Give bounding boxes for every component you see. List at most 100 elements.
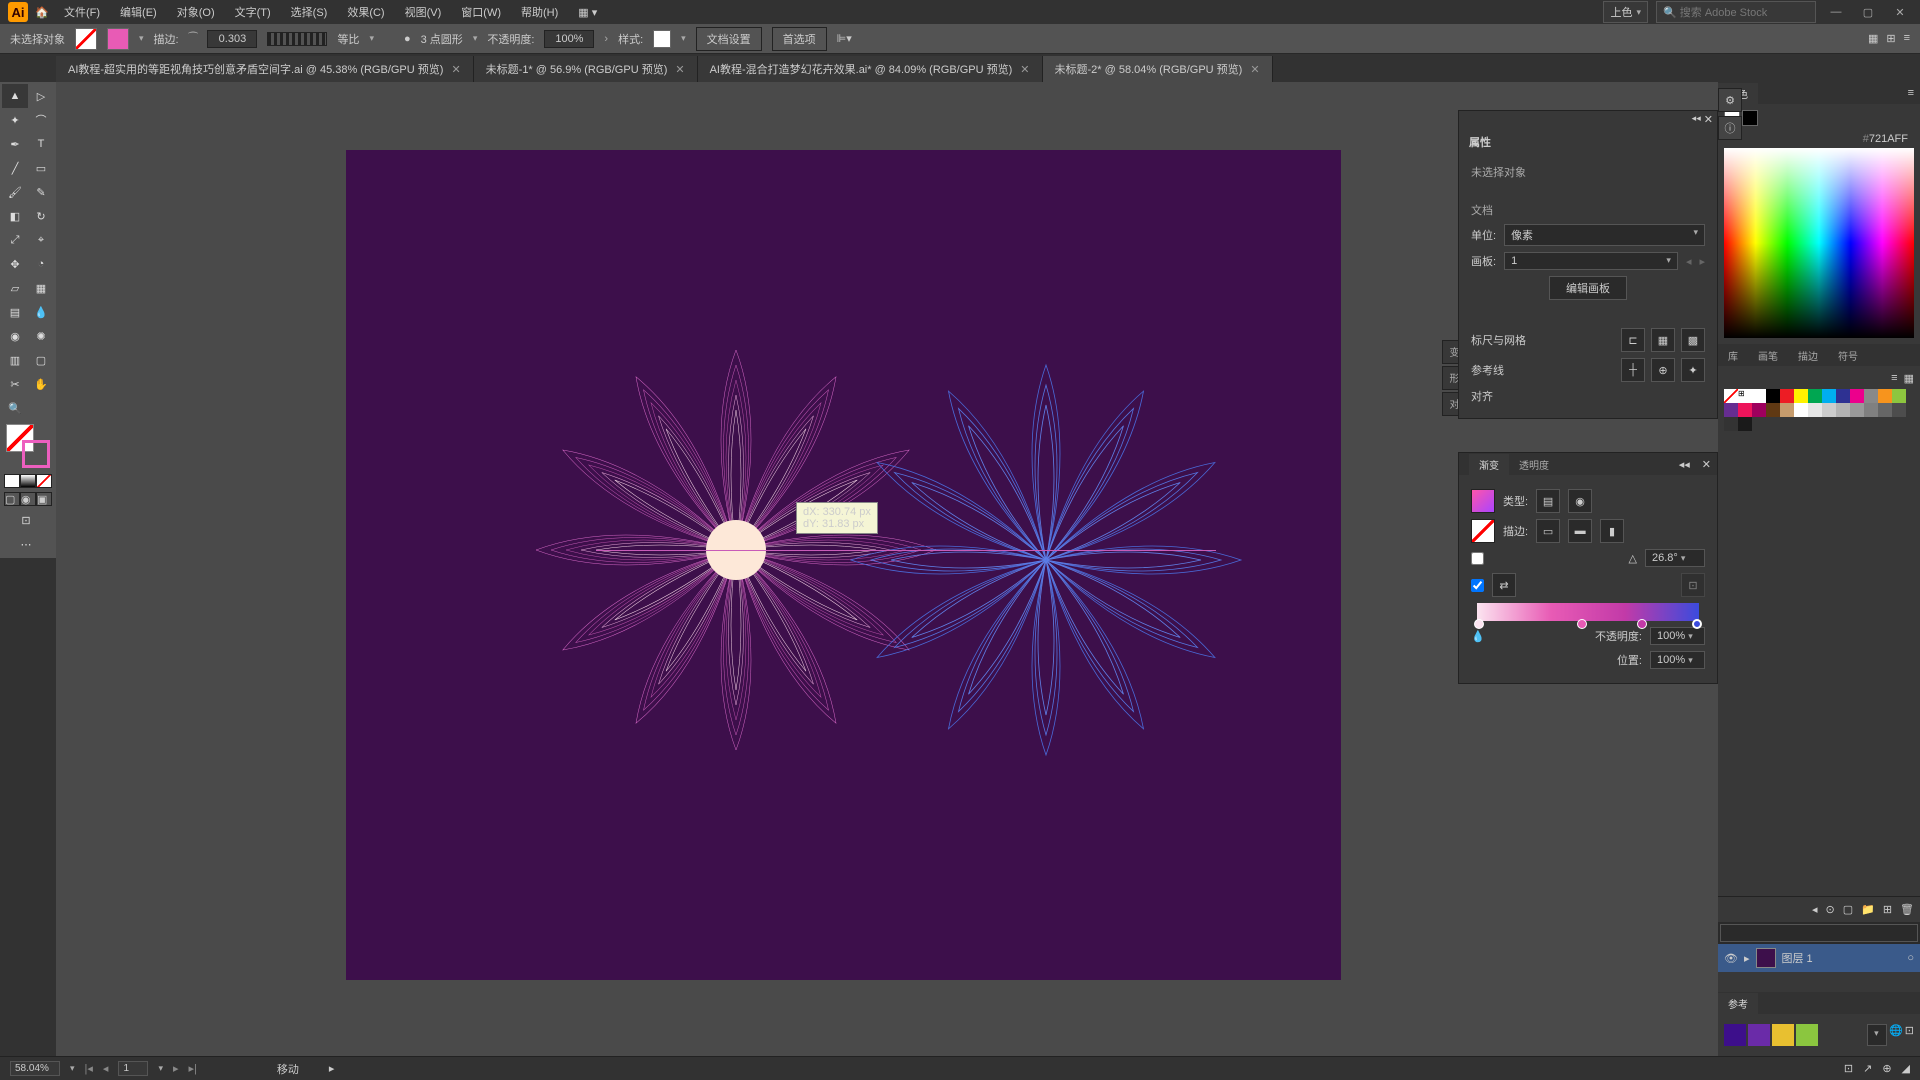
color-spectrum[interactable]	[1724, 148, 1914, 338]
swatch[interactable]	[1864, 403, 1878, 417]
grid-icon[interactable]: ▦	[1868, 32, 1878, 45]
swatch[interactable]	[1766, 403, 1780, 417]
prefs-button[interactable]: 首选项	[772, 27, 827, 51]
free-transform-tool[interactable]: ✥	[2, 252, 28, 276]
color-mode-gradient[interactable]	[20, 474, 36, 488]
stroke-in-icon[interactable]: ▭	[1536, 519, 1560, 543]
more-tools[interactable]: ⋯	[2, 532, 50, 556]
tab-close-icon[interactable]: ✕	[451, 63, 460, 76]
tab-close-icon[interactable]: ✕	[1020, 63, 1029, 76]
rotate-tool[interactable]: ↻	[28, 204, 54, 228]
shape-builder-tool[interactable]: ◔	[28, 252, 54, 276]
swatch[interactable]	[1822, 389, 1836, 403]
reverse-gradient-icon[interactable]: ⇄	[1492, 573, 1516, 597]
next-artboard-icon[interactable]: ▸	[173, 1062, 179, 1075]
layer-row[interactable]: 👁 ▸ 图层 1 ○	[1718, 944, 1920, 972]
menu-window[interactable]: 窗口(W)	[453, 1, 509, 23]
eyedropper-icon[interactable]: 💧	[1471, 630, 1485, 643]
target-icon[interactable]: ○	[1907, 952, 1914, 964]
ruler-icon[interactable]: ⊏	[1621, 328, 1645, 352]
menu-file[interactable]: 文件(F)	[56, 1, 108, 23]
swatch[interactable]	[1752, 389, 1766, 403]
panel-collapse-icon[interactable]: ◂◂	[1692, 113, 1701, 126]
last-artboard-icon[interactable]: ▸|	[189, 1062, 197, 1075]
swatch[interactable]	[1822, 403, 1836, 417]
stroke-dash-preview[interactable]	[267, 32, 327, 46]
swatch[interactable]	[1724, 389, 1738, 403]
layer-name[interactable]: 图层 1	[1782, 950, 1813, 966]
slice-tool[interactable]: ✂	[2, 372, 28, 396]
stroke-across-icon[interactable]: ▮	[1600, 519, 1624, 543]
swatch[interactable]	[1738, 417, 1752, 431]
new-sublayer-icon[interactable]: 📁	[1861, 903, 1875, 916]
gradient-preview[interactable]	[1471, 489, 1495, 513]
screen-mode-present[interactable]: ▣	[36, 492, 52, 506]
status-disclosure-icon[interactable]: ▸	[329, 1062, 335, 1075]
gradient-position-input[interactable]: 100% ▾	[1650, 651, 1705, 669]
fill-stroke-proxy[interactable]	[6, 424, 50, 468]
eyedropper-tool[interactable]: 💧	[28, 300, 54, 324]
zoom-tool[interactable]: 🔍	[2, 396, 28, 420]
symbols-tab[interactable]: 符号	[1828, 345, 1868, 366]
export-icon[interactable]: ↗	[1863, 1062, 1872, 1075]
artboard-nav-input[interactable]	[118, 1061, 148, 1076]
gradient-tab[interactable]: 渐变	[1469, 454, 1509, 475]
screen-mode-normal[interactable]: ▢	[4, 492, 20, 506]
swatch[interactable]: ⊞	[1738, 389, 1752, 403]
doc-tab-2[interactable]: AI教程-混合打造梦幻花卉效果.ai* @ 84.09% (RGB/GPU 预览…	[698, 56, 1043, 82]
magic-wand-tool[interactable]: ✦	[2, 108, 28, 132]
swatch[interactable]	[1878, 403, 1892, 417]
stroke-swatch[interactable]	[107, 28, 129, 50]
swatch[interactable]	[1766, 389, 1780, 403]
gradient-ramp[interactable]	[1477, 603, 1699, 621]
delete-layer-icon[interactable]: 🗑	[1900, 903, 1914, 916]
doc-tab-1[interactable]: 未标题-1* @ 56.9% (RGB/GPU 预览)✕	[474, 56, 698, 82]
artboard-tool[interactable]: ▢	[28, 348, 54, 372]
perspective-tool[interactable]: ▱	[2, 276, 28, 300]
list-view-icon[interactable]: ≡	[1891, 372, 1897, 385]
gear-icon[interactable]: ⚙	[1718, 88, 1742, 112]
doc-setup-button[interactable]: 文档设置	[696, 27, 762, 51]
symbol-sprayer-tool[interactable]: ✺	[28, 324, 54, 348]
layer-search[interactable]	[1720, 924, 1918, 942]
edit-toolbar[interactable]: ⊡	[2, 508, 50, 532]
ref-swatch[interactable]	[1796, 1024, 1818, 1046]
gradient-stop-0[interactable]	[1474, 619, 1484, 629]
swatch[interactable]	[1724, 403, 1738, 417]
blend-tool[interactable]: ◉	[2, 324, 28, 348]
flower-artwork-right[interactable]	[746, 280, 1346, 830]
stroke-tab[interactable]: 描边	[1788, 345, 1828, 366]
type-tool[interactable]: T	[28, 132, 54, 156]
lasso-tool[interactable]: ⌒	[28, 108, 54, 132]
new-layer-icon[interactable]: ⊞	[1883, 903, 1892, 916]
info-icon[interactable]: ⓘ	[1718, 116, 1742, 140]
swatch[interactable]	[1836, 389, 1850, 403]
stroke-along-icon[interactable]: ▬	[1568, 519, 1592, 543]
menu-edit[interactable]: 编辑(E)	[112, 1, 165, 23]
transparency-grid-icon[interactable]: ▩	[1681, 328, 1705, 352]
stroke-weight-input[interactable]	[207, 30, 257, 48]
mesh-tool[interactable]: ▦	[28, 276, 54, 300]
color-mode-solid[interactable]	[4, 474, 20, 488]
swatch[interactable]	[1892, 389, 1906, 403]
gradient-stop-2[interactable]	[1637, 619, 1647, 629]
layer-nav-icon[interactable]: ◂	[1812, 903, 1818, 916]
gpu-icon[interactable]: ⊡	[1844, 1062, 1853, 1075]
swatch[interactable]	[1752, 403, 1766, 417]
ref-swatch[interactable]	[1748, 1024, 1770, 1046]
fill-swatch[interactable]	[75, 28, 97, 50]
screen-mode-full[interactable]: ◉	[20, 492, 36, 506]
doc-tab-3[interactable]: 未标题-2* @ 58.04% (RGB/GPU 预览)✕	[1043, 56, 1273, 82]
graph-tool[interactable]: ▥	[2, 348, 28, 372]
panel-close-icon[interactable]: ✕	[1704, 113, 1713, 126]
gradient-stop-3[interactable]	[1692, 619, 1702, 629]
linear-gradient-icon[interactable]: ▤	[1536, 489, 1560, 513]
hand-tool[interactable]: ✋	[28, 372, 54, 396]
color-stroke-proxy[interactable]	[1742, 110, 1758, 126]
workspace-dropdown[interactable]: 上色 ▾	[1603, 1, 1648, 23]
panel-collapse-icon[interactable]: ◂◂	[1673, 458, 1696, 471]
grid-toggle-icon[interactable]: ▦	[1651, 328, 1675, 352]
swatch[interactable]	[1794, 389, 1808, 403]
share-icon[interactable]: ⊕	[1882, 1062, 1891, 1075]
grid-view-icon[interactable]: ▦	[1904, 372, 1914, 385]
